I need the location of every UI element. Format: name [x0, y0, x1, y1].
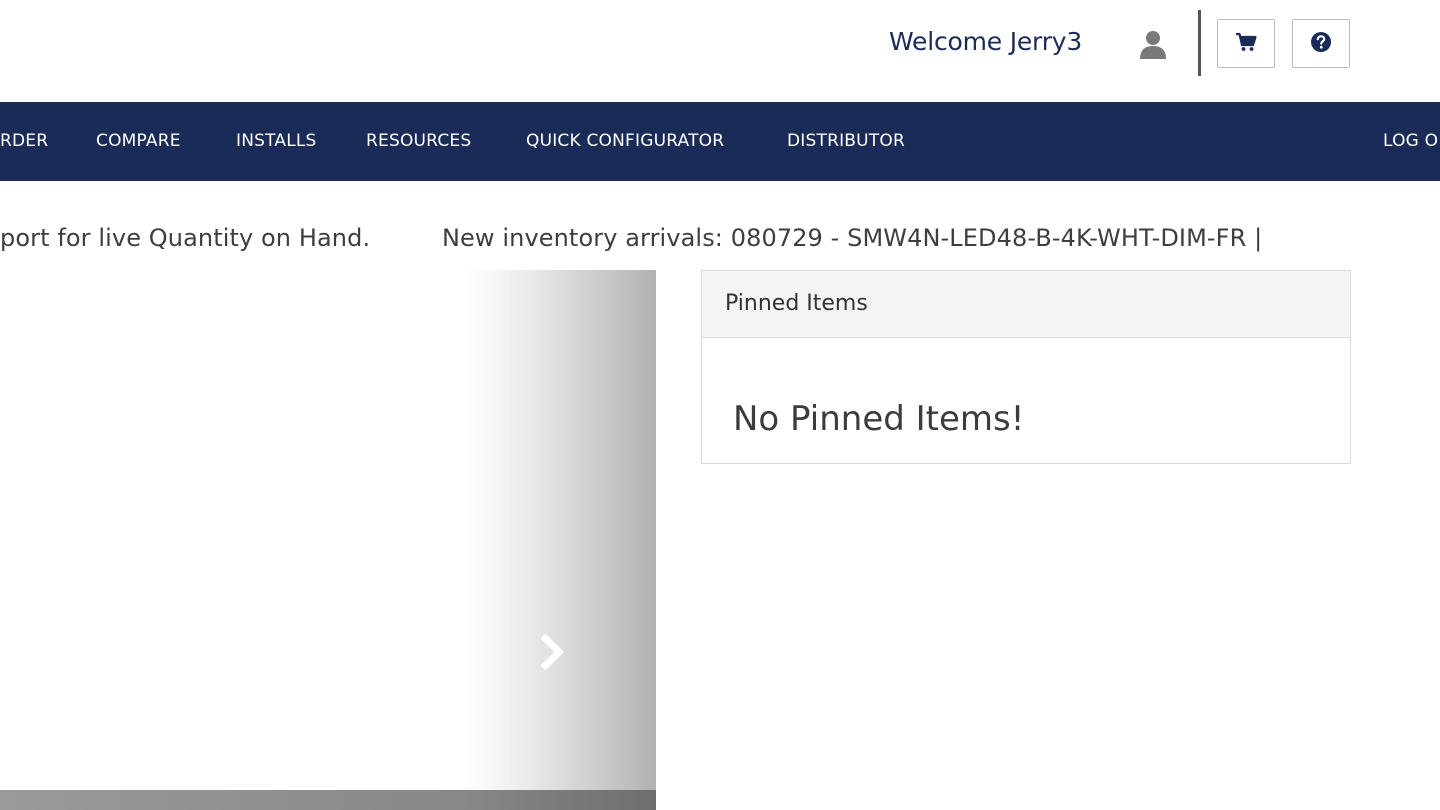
cart-icon — [1235, 32, 1257, 56]
question-circle-icon — [1310, 31, 1332, 57]
carousel-next-button[interactable] — [528, 628, 572, 680]
ticker-segment: port for live Quantity on Hand. — [0, 224, 371, 252]
cart-button[interactable] — [1217, 19, 1275, 68]
welcome-text: Welcome Jerry3 — [889, 27, 1083, 56]
pinned-items-panel: Pinned Items No Pinned Items! — [701, 270, 1351, 464]
user-icon[interactable] — [1137, 28, 1169, 60]
nav-item-order[interactable]: RDER — [0, 131, 48, 151]
help-button[interactable] — [1292, 19, 1350, 68]
header-divider — [1198, 10, 1201, 76]
nav-item-logout[interactable]: LOG O — [1383, 131, 1438, 151]
nav-item-installs[interactable]: INSTALLS — [236, 131, 317, 151]
pinned-items-empty-message: No Pinned Items! — [733, 399, 1025, 439]
nav-item-resources[interactable]: RESOURCES — [366, 131, 471, 151]
chevron-right-icon — [535, 631, 565, 677]
nav-item-quick-configurator[interactable]: QUICK CONFIGURATOR — [526, 131, 724, 151]
top-header: Welcome Jerry3 — [0, 0, 1440, 102]
ticker-segment: New inventory arrivals: 080729 - SMW4N-L… — [442, 224, 1263, 252]
pinned-items-title: Pinned Items — [725, 291, 868, 316]
nav-item-compare[interactable]: COMPARE — [96, 131, 181, 151]
nav-item-distributor[interactable]: DISTRIBUTOR — [787, 131, 905, 151]
announcement-ticker: port for live Quantity on Hand. New inve… — [0, 224, 1440, 258]
main-nav: RDER COMPARE INSTALLS RESOURCES QUICK CO… — [0, 102, 1440, 181]
carousel-caption-bar — [0, 790, 656, 810]
image-carousel — [0, 270, 656, 810]
pinned-items-header: Pinned Items — [702, 271, 1350, 338]
